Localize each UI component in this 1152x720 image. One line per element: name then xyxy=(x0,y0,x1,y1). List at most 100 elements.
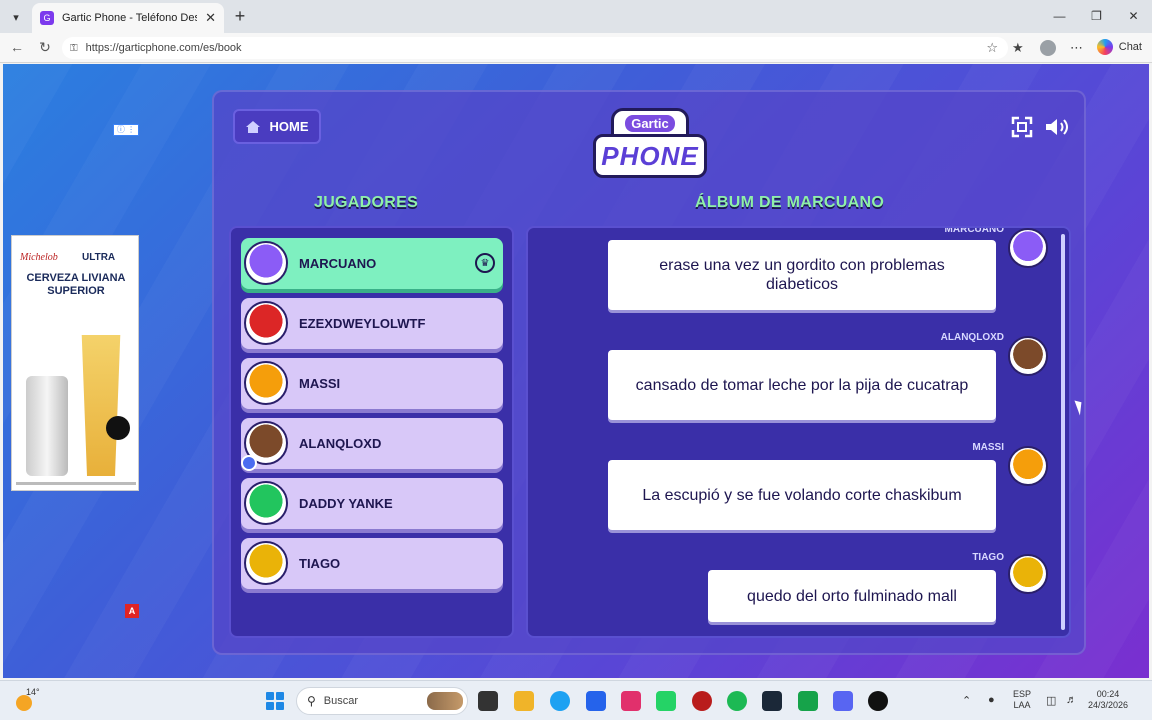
player-item[interactable]: EZEXDWEYLOLWTF xyxy=(241,298,503,349)
logo-top-text: Gartic xyxy=(625,114,675,132)
player-item[interactable]: DADDY YANKE xyxy=(241,478,503,529)
steam-icon[interactable] xyxy=(762,691,782,711)
ad-product: ULTRA xyxy=(82,252,116,263)
restore-icon[interactable]: ❐ xyxy=(1078,0,1115,33)
album-author-avatar xyxy=(1008,336,1048,376)
weather-icon[interactable] xyxy=(16,695,32,711)
new-tab-icon[interactable]: + xyxy=(230,6,250,27)
home-icon xyxy=(245,120,260,133)
taskbar-search[interactable]: ⚲ Buscar xyxy=(296,687,468,715)
fullscreen-icon[interactable] xyxy=(1011,116,1033,138)
network-icon[interactable]: ◫ xyxy=(1046,694,1056,707)
instagram-icon[interactable] xyxy=(621,691,641,711)
clock-time: 00:24 xyxy=(1096,689,1120,699)
back-icon[interactable]: ← xyxy=(8,39,26,55)
xbox-icon[interactable] xyxy=(798,691,818,711)
close-window-icon[interactable]: ✕ xyxy=(1115,0,1152,33)
album-author-name: ALANQLOXD xyxy=(940,332,1004,343)
tab-title: Gartic Phone - Teléfono Descompues xyxy=(62,12,197,24)
app-dark-icon[interactable] xyxy=(868,691,888,711)
url-input[interactable]: ⚿ https://garticphone.com/es/book ☆ xyxy=(62,37,1008,59)
album-author-avatar xyxy=(1008,446,1048,486)
browser-tab-bar: ▾ G Gartic Phone - Teléfono Descompues ✕… xyxy=(0,0,1152,33)
language-indicator[interactable]: ESP LAA xyxy=(1013,689,1031,711)
players-list: MARCUANO ♛ EZEXDWEYLOLWTF MASSI ALANQLOXD DAD… xyxy=(229,226,514,638)
adchoices-icon[interactable]: A xyxy=(125,604,139,618)
search-highlight-image xyxy=(427,692,463,710)
tab-actions-icon[interactable]: ▾ xyxy=(6,7,26,27)
file-explorer-icon[interactable] xyxy=(514,691,534,711)
player-avatar xyxy=(244,541,288,585)
url-text: https://garticphone.com/es/book xyxy=(85,42,242,54)
player-name: TIAGO xyxy=(299,556,341,571)
album-panel[interactable]: MARCUANO erase una vez un gordito con pro… xyxy=(526,226,1071,638)
minimize-icon[interactable]: — xyxy=(1041,0,1078,33)
user-badge-icon xyxy=(241,455,257,471)
store-icon[interactable] xyxy=(586,691,606,711)
album-text-bubble: cansado de tomar leche por la pija de cu… xyxy=(608,350,996,420)
copilot-icon xyxy=(1096,39,1113,55)
gartic-page: ⓘ ⋮ Michelob ULTRA CERVEZA LIVIANA SUPER… xyxy=(3,64,1149,678)
copilot-chat-button[interactable]: Chat xyxy=(1096,39,1142,55)
album-text-bubble: erase una vez un gordito con problemas d… xyxy=(608,240,996,310)
weather-temp: 14° xyxy=(26,687,40,697)
tray-expand-icon[interactable]: ⌃ xyxy=(962,694,971,707)
gartic-phone-logo: Gartic PHONE xyxy=(591,108,709,182)
beer-can-image xyxy=(26,376,68,476)
app-red-icon[interactable] xyxy=(692,691,712,711)
profile-avatar-icon[interactable] xyxy=(1040,40,1056,56)
favorite-star-icon[interactable]: ☆ xyxy=(986,40,998,56)
ad-headline: CERVEZA LIVIANA SUPERIOR xyxy=(26,272,126,297)
home-label: HOME xyxy=(269,119,309,134)
album-text-bubble: La escupió y se fue volando corte chaski… xyxy=(608,460,996,530)
crown-icon: ♛ xyxy=(475,253,495,273)
edge-icon[interactable] xyxy=(550,691,570,711)
sound-icon[interactable] xyxy=(1044,116,1070,138)
spotify-icon[interactable] xyxy=(727,691,747,711)
album-author-name: TIAGO xyxy=(972,552,1004,563)
player-avatar xyxy=(244,241,288,285)
address-bar-row: ← ↻ ⚿ https://garticphone.com/es/book ☆ … xyxy=(0,33,1152,63)
player-name: DADDY YANKE xyxy=(299,496,393,511)
search-placeholder: Buscar xyxy=(323,695,359,707)
album-author-avatar xyxy=(1008,554,1048,594)
site-info-icon[interactable]: ⚿ xyxy=(70,43,78,54)
album-author-name: MASSI xyxy=(972,442,1004,453)
player-name: MASSI xyxy=(299,376,341,391)
close-tab-icon[interactable]: ✕ xyxy=(205,10,216,26)
browser-tab[interactable]: G Gartic Phone - Teléfono Descompues ✕ xyxy=(32,3,224,33)
player-item[interactable]: ALANQLOXD xyxy=(241,418,503,471)
favorites-icon[interactable]: ★ xyxy=(1012,40,1024,56)
lang-line1: ESP xyxy=(1013,689,1032,699)
whatsapp-icon[interactable] xyxy=(656,691,676,711)
player-name: EZEXDWEYLOLWTF xyxy=(299,316,426,331)
advertisement[interactable]: Michelob ULTRA CERVEZA LIVIANA SUPERIOR xyxy=(11,235,139,491)
gartic-favicon-icon: G xyxy=(40,11,54,25)
clock[interactable]: 00:24 24/3/2026 xyxy=(1088,689,1128,711)
home-button[interactable]: HOME xyxy=(233,109,321,144)
discord-icon[interactable] xyxy=(833,691,853,711)
beer-glass-image xyxy=(81,316,121,476)
more-options-icon[interactable]: ⋯ xyxy=(1070,40,1083,56)
player-item[interactable]: MARCUANO ♛ xyxy=(241,238,503,289)
player-name: ALANQLOXD xyxy=(299,436,382,451)
players-title: JUGADORES xyxy=(314,194,419,211)
player-item[interactable]: MASSI xyxy=(241,358,503,409)
microphone-icon[interactable]: ● xyxy=(988,694,995,706)
volume-icon[interactable]: ♬ xyxy=(1066,694,1077,706)
player-avatar xyxy=(244,481,288,525)
player-avatar xyxy=(244,301,288,345)
album-scrollbar[interactable] xyxy=(1061,234,1065,630)
album-title: ÁLBUM DE MARCUANO xyxy=(695,194,885,211)
ad-info-icon[interactable]: ⓘ ⋮ xyxy=(113,124,139,136)
clock-date: 24/3/2026 xyxy=(1088,700,1129,710)
player-name: MARCUANO xyxy=(299,256,377,271)
windows-start-icon[interactable] xyxy=(266,692,284,710)
player-item[interactable]: TIAGO xyxy=(241,538,503,589)
task-view-icon[interactable] xyxy=(478,691,498,711)
album-author-avatar xyxy=(1008,228,1048,268)
lang-line2: LAA xyxy=(1013,700,1031,710)
logo-bottom-text: PHONE xyxy=(601,140,699,171)
player-avatar xyxy=(244,361,288,405)
reload-icon[interactable]: ↻ xyxy=(36,39,54,56)
